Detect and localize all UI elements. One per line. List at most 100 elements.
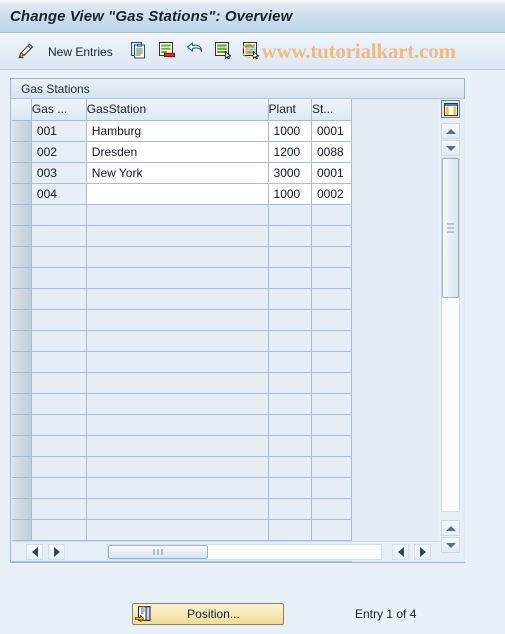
cell-st-empty[interactable] [311,267,353,289]
table-row-empty[interactable] [12,204,353,226]
row-selector-cell[interactable] [12,288,32,310]
table-row[interactable]: 002 Dresden 1200 0088 [12,141,353,163]
cell-name-empty[interactable] [86,246,269,268]
cell-name-empty[interactable] [86,435,269,457]
cell-st-empty[interactable] [311,351,353,373]
scroll-up-button[interactable] [441,123,460,139]
cell-plant-empty[interactable] [268,267,312,289]
cell-st-empty[interactable] [311,414,353,436]
cell-plant-empty[interactable] [268,288,312,310]
cell-gas-empty[interactable] [31,351,87,373]
cell-plant-empty[interactable] [268,456,312,478]
cell-st-empty[interactable] [311,204,353,226]
row-selector-cell[interactable] [12,351,32,373]
cell-gas[interactable]: 003 [31,162,87,184]
table-row[interactable]: 001 Hamburg 1000 0001 [12,120,353,142]
table-row-empty[interactable] [12,246,353,268]
cell-plant-empty[interactable] [268,477,312,499]
scroll-down-button[interactable] [441,140,460,156]
cell-name[interactable]: Dresden [86,141,269,163]
cell-st-empty[interactable] [311,393,353,415]
table-row-empty[interactable] [12,477,353,499]
row-selector-cell[interactable] [12,477,32,499]
cell-st-empty[interactable] [311,225,353,247]
row-selector-cell[interactable] [12,519,32,541]
cell-gas-empty[interactable] [31,330,87,352]
row-selector-cell[interactable] [12,435,32,457]
cell-st-empty[interactable] [311,456,353,478]
cell-plant-empty[interactable] [268,225,312,247]
row-selector-cell[interactable] [12,330,32,352]
cell-st-empty[interactable] [311,435,353,457]
cell-st[interactable]: 0002 [311,183,353,205]
cell-plant[interactable]: 1000 [268,120,312,142]
cell-plant-empty[interactable] [268,498,312,520]
scroll-down-button-bottom[interactable] [441,537,460,553]
cell-gas-empty[interactable] [31,414,87,436]
cell-name-empty[interactable] [86,267,269,289]
cell-gas-empty[interactable] [31,456,87,478]
row-selector-cell[interactable] [12,246,32,268]
cell-st-empty[interactable] [311,246,353,268]
cell-gas-empty[interactable] [31,309,87,331]
cell-gas[interactable]: 002 [31,141,87,163]
row-selector-cell[interactable] [12,204,32,226]
scroll-right-button-right[interactable] [414,544,431,560]
row-selector-cell[interactable] [12,267,32,289]
table-row-empty[interactable] [12,330,353,352]
cell-st-empty[interactable] [311,372,353,394]
table-row-empty[interactable] [12,267,353,289]
cell-st-empty[interactable] [311,309,353,331]
select-all-button[interactable] [209,38,237,66]
cell-gas-empty[interactable] [31,204,87,226]
cell-name-empty[interactable] [86,330,269,352]
table-row-empty[interactable] [12,351,353,373]
cell-gas[interactable]: 004 [31,183,87,205]
cell-st-empty[interactable] [311,477,353,499]
cell-name[interactable]: New York [86,162,269,184]
horizontal-scrollbar-track[interactable] [107,544,382,560]
cell-plant[interactable]: 3000 [268,162,312,184]
cell-gas-empty[interactable] [31,267,87,289]
cell-st[interactable]: 0001 [311,120,353,142]
row-selector-cell[interactable] [12,498,32,520]
cell-st-empty[interactable] [311,330,353,352]
cell-gas-empty[interactable] [31,393,87,415]
cell-name-empty[interactable] [86,288,269,310]
column-header-gas[interactable]: Gas ... [31,99,87,121]
cell-gas-empty[interactable] [31,225,87,247]
table-row-empty[interactable] [12,225,353,247]
deselect-all-button[interactable] [237,38,265,66]
scroll-up-button-bottom[interactable] [441,520,460,536]
cell-name-empty[interactable] [86,456,269,478]
table-row[interactable]: 004 1000 0002 [12,183,353,205]
cell-plant[interactable]: 1200 [268,141,312,163]
cell-name-empty[interactable] [86,204,269,226]
cell-plant-empty[interactable] [268,246,312,268]
cell-name[interactable]: Hamburg [86,120,269,142]
cell-st[interactable]: 0001 [311,162,353,184]
display-change-button[interactable] [12,38,40,66]
row-selector-cell[interactable] [12,456,32,478]
cell-st[interactable]: 0088 [311,141,353,163]
vertical-scrollbar-thumb[interactable] [442,158,459,298]
row-selector-cell[interactable] [12,183,32,205]
column-header-st[interactable]: St... [311,99,353,121]
cell-gas-empty[interactable] [31,246,87,268]
cell-gas-empty[interactable] [31,498,87,520]
cell-plant[interactable]: 1000 [268,183,312,205]
cell-name-empty[interactable] [86,498,269,520]
row-selector-cell[interactable] [12,120,32,142]
row-selector-cell[interactable] [12,309,32,331]
cell-name-empty[interactable] [86,414,269,436]
table-row-empty[interactable] [12,435,353,457]
new-entries-button[interactable]: New Entries [40,38,125,66]
table-row-empty[interactable] [12,393,353,415]
copy-as-button[interactable] [125,38,153,66]
table-row-empty[interactable] [12,498,353,520]
vertical-scrollbar-track[interactable] [441,157,460,512]
table-row[interactable]: 003 New York 3000 0001 [12,162,353,184]
table-row-empty[interactable] [12,309,353,331]
cell-gas-empty[interactable] [31,435,87,457]
cell-st-empty[interactable] [311,288,353,310]
